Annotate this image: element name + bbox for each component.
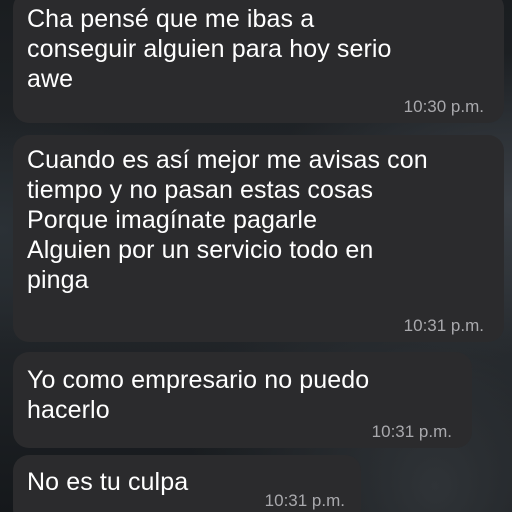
message-text: Yo como empresario no puedo hacerlo [27, 366, 370, 424]
message-text: Cuando es así mejor me avisas con tiempo… [27, 146, 428, 294]
message-bubble[interactable]: No es tu culpa 10:31 p.m. [13, 455, 361, 512]
message-timestamp: 10:31 p.m. [264, 491, 345, 510]
message-timestamp: 10:30 p.m. [403, 97, 484, 116]
message-bubble[interactable]: Cha pensé que me ibas a conseguir alguie… [13, 0, 504, 123]
message-bubble[interactable]: Cuando es así mejor me avisas con tiempo… [13, 135, 504, 342]
message-timestamp: 10:31 p.m. [371, 422, 452, 441]
message-text: Cha pensé que me ibas a conseguir alguie… [27, 5, 392, 93]
message-timestamp: 10:31 p.m. [403, 316, 484, 335]
message-bubble[interactable]: Yo como empresario no puedo hacerlo 10:3… [13, 352, 472, 448]
chat-conversation: Cha pensé que me ibas a conseguir alguie… [0, 0, 512, 512]
